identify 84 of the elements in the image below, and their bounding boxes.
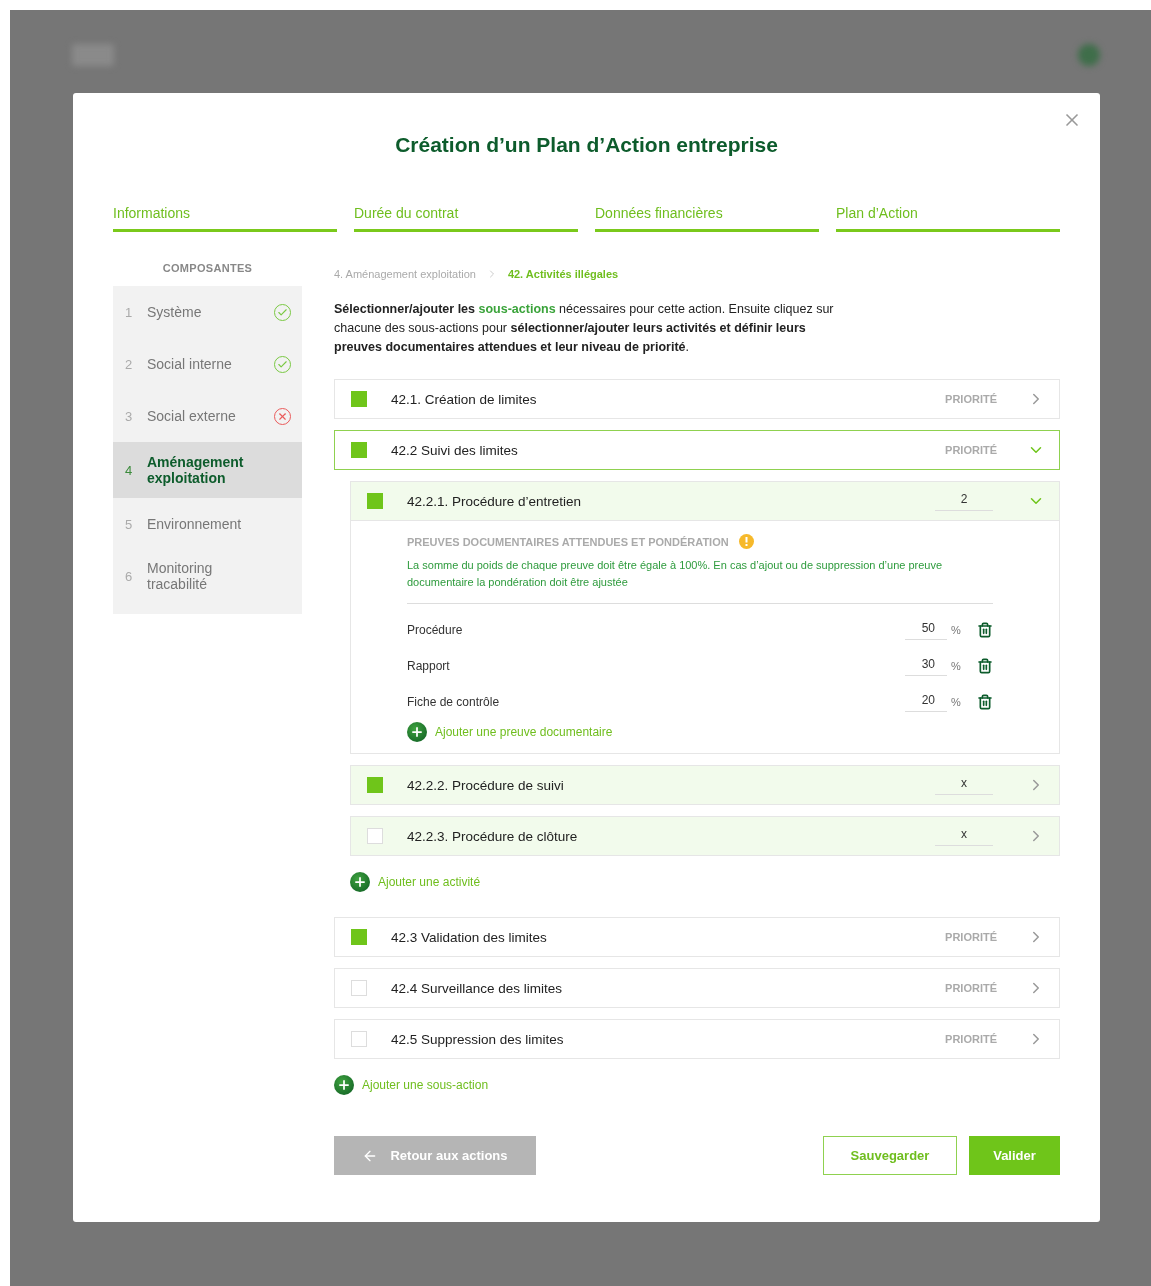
intro-text: Sélectionner/ajouter les sous-actions nécessaires pour cette action. Ensuite cliquez sur chacune des sous-actions pour sélectionner/ajouter leurs activités et définir leurs preuves documentaires attendues et leur niveau de priorité. xyxy=(334,301,835,356)
sidebar-item[interactable]: 6 Monitoring tracabilité xyxy=(113,550,302,602)
checkbox[interactable] xyxy=(351,980,367,996)
save-button[interactable]: Sauvegarder xyxy=(823,1136,957,1175)
activity-row[interactable]: 42.2.1. Procédure d’entretien 2 xyxy=(350,481,1060,521)
priority-label: PRIORITÉ xyxy=(945,931,997,943)
sub-action-label: 42.3 Validation des limites xyxy=(391,929,548,945)
activity-label: 42.2.2. Procédure de suivi xyxy=(407,777,565,793)
add-link[interactable]: Ajouter une activité xyxy=(350,872,481,892)
step-tab[interactable]: Informations xyxy=(113,205,337,232)
weight-field[interactable]: 50 xyxy=(905,620,947,640)
item-label: Aménagement exploitation xyxy=(147,454,245,486)
priority-field[interactable]: x xyxy=(935,775,993,795)
proof-label: Procédure xyxy=(407,623,464,637)
sub-action-row[interactable]: 42.2 Suivi des limites PRIORITÉ xyxy=(334,430,1060,470)
trash-icon[interactable] xyxy=(977,658,993,674)
trash-icon[interactable] xyxy=(977,694,993,710)
priority-label: PRIORITÉ xyxy=(945,444,997,456)
proof-label: Rapport xyxy=(407,659,451,673)
sidebar-item[interactable]: 4 Aménagement exploitation xyxy=(113,442,302,498)
checkbox[interactable] xyxy=(367,828,383,844)
step-tab[interactable]: Durée du contrat xyxy=(354,205,578,232)
priority-label: PRIORITÉ xyxy=(945,1033,997,1045)
sub-action-label: 42.1. Création de limites xyxy=(391,391,538,407)
plus-icon xyxy=(334,1075,354,1095)
proofs-note: La somme du poids de chaque preuve doit être égale à 100%. En cas d’ajout ou de suppression d’une preuve documentaire la pondération doit être ajustée xyxy=(407,557,993,604)
sub-action-label: 42.4 Surveillance des limites xyxy=(391,980,564,996)
checkbox[interactable] xyxy=(351,929,367,945)
item-number: 3 xyxy=(125,408,134,424)
modal-title: Création d’un Plan d’Action entreprise xyxy=(394,132,779,158)
priority-field[interactable]: 2 xyxy=(935,491,993,511)
checkbox[interactable] xyxy=(367,777,383,793)
item-number: 1 xyxy=(125,304,134,320)
item-label: Environnement xyxy=(147,516,243,532)
avatar-icon xyxy=(1078,44,1100,66)
sub-action-row[interactable]: 42.3 Validation des limites PRIORITÉ xyxy=(334,917,1060,957)
step-tab[interactable]: Données financières xyxy=(595,205,819,232)
item-label: Monitoring tracabilité xyxy=(147,560,214,592)
checkbox[interactable] xyxy=(351,391,367,407)
item-label: Système xyxy=(147,304,203,320)
priority-field[interactable]: x xyxy=(935,826,993,846)
sidebar-item[interactable]: 2 Social interne xyxy=(113,338,302,390)
add-link[interactable]: Ajouter une preuve documentaire xyxy=(407,722,613,742)
sidebar-item[interactable]: 3 Social externe xyxy=(113,390,302,442)
breadcrumb-link[interactable]: 42. Activités illégales xyxy=(507,268,619,280)
sub-action-row[interactable]: 42.1. Création de limites PRIORITÉ xyxy=(334,379,1060,419)
step-tab[interactable]: Plan d’Action xyxy=(836,205,1060,232)
breadcrumb-link[interactable]: 4. Aménagement exploitation xyxy=(334,268,476,280)
activity-row[interactable]: 42.2.3. Procédure de clôture x xyxy=(350,816,1060,856)
priority-label: PRIORITÉ xyxy=(945,393,997,405)
sidebar-item[interactable]: 1 Système xyxy=(113,286,302,338)
plus-icon xyxy=(350,872,370,892)
proofs-heading: PREUVES DOCUMENTAIRES ATTENDUES ET PONDÉRATION xyxy=(407,535,729,548)
item-label: Social externe xyxy=(147,408,237,424)
item-number: 4 xyxy=(125,462,134,478)
checkbox[interactable] xyxy=(367,493,383,509)
item-label: Social interne xyxy=(147,356,233,372)
sous-actions-link[interactable]: sous-actions xyxy=(478,302,556,316)
sub-action-row[interactable]: 42.4 Surveillance des limites PRIORITÉ xyxy=(334,968,1060,1008)
proof-label: Fiche de contrôle xyxy=(407,695,501,709)
item-number: 2 xyxy=(125,356,134,372)
validate-button[interactable]: Valider xyxy=(969,1136,1060,1175)
plus-icon xyxy=(407,722,427,742)
percent-unit: % xyxy=(950,660,962,672)
sub-action-row[interactable]: 42.5 Suppression des limites PRIORITÉ xyxy=(334,1019,1060,1059)
sidebar-heading: COMPOSANTES xyxy=(161,262,254,276)
sidebar-item[interactable]: 5 Environnement xyxy=(113,498,302,550)
item-number: 6 xyxy=(125,568,134,584)
add-link[interactable]: Ajouter une sous-action xyxy=(334,1075,489,1095)
weight-field[interactable]: 20 xyxy=(905,692,947,712)
priority-label: PRIORITÉ xyxy=(945,982,997,994)
checkbox[interactable] xyxy=(351,1031,367,1047)
item-number: 5 xyxy=(125,516,134,532)
warning-icon xyxy=(738,534,754,549)
trash-icon[interactable] xyxy=(977,622,993,638)
activity-row[interactable]: 42.2.2. Procédure de suivi x xyxy=(350,765,1060,805)
sub-action-label: 42.2 Suivi des limites xyxy=(391,442,519,458)
percent-unit: % xyxy=(950,624,962,636)
sub-action-label: 42.5 Suppression des limites xyxy=(391,1031,565,1047)
activity-label: 42.2.1. Procédure d’entretien xyxy=(407,493,583,509)
activity-label: 42.2.3. Procédure de clôture xyxy=(407,828,579,844)
checkbox[interactable] xyxy=(351,442,367,458)
percent-unit: % xyxy=(950,696,962,708)
weight-field[interactable]: 30 xyxy=(905,656,947,676)
